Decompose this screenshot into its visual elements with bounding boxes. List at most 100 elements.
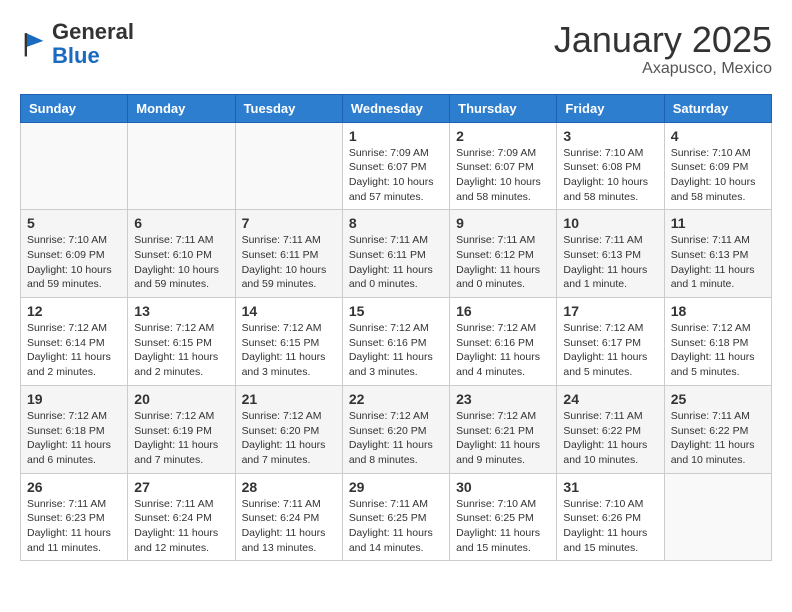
logo-general: General [52, 19, 134, 44]
weekday-header: Monday [128, 94, 235, 122]
day-number: 19 [27, 391, 121, 407]
calendar-cell: 27 Sunrise: 7:11 AM Sunset: 6:24 PM Dayli… [128, 473, 235, 561]
day-number: 1 [349, 128, 443, 144]
calendar-cell: 14 Sunrise: 7:12 AM Sunset: 6:15 PM Dayli… [235, 298, 342, 386]
day-info: Sunrise: 7:12 AM Sunset: 6:14 PM Dayligh… [27, 321, 121, 380]
calendar-cell: 23 Sunrise: 7:12 AM Sunset: 6:21 PM Dayli… [450, 385, 557, 473]
logo-icon [20, 30, 48, 58]
calendar-cell: 24Sunrise: 7:11 AM Sunset: 6:22 PM Dayli… [557, 385, 664, 473]
day-number: 12 [27, 303, 121, 319]
day-number: 6 [134, 215, 228, 231]
calendar-cell [664, 473, 771, 561]
day-number: 3 [563, 128, 657, 144]
calendar-cell: 1 Sunrise: 7:09 AM Sunset: 6:07 PM Daylig… [342, 122, 449, 210]
day-info: Sunrise: 7:11 AM Sunset: 6:22 PM Dayligh… [671, 409, 765, 468]
day-number: 23 [456, 391, 550, 407]
day-number: 4 [671, 128, 765, 144]
calendar-week-row: 12 Sunrise: 7:12 AM Sunset: 6:14 PM Dayli… [21, 298, 772, 386]
day-number: 2 [456, 128, 550, 144]
day-info: Sunrise: 7:11 AM Sunset: 6:12 PM Dayligh… [456, 233, 550, 292]
calendar-cell: 3Sunrise: 7:10 AM Sunset: 6:08 PM Daylig… [557, 122, 664, 210]
day-info: Sunrise: 7:11 AM Sunset: 6:25 PM Dayligh… [349, 497, 443, 556]
logo-text: General Blue [52, 20, 134, 68]
day-number: 21 [242, 391, 336, 407]
day-info: Sunrise: 7:11 AM Sunset: 6:23 PM Dayligh… [27, 497, 121, 556]
day-info: Sunrise: 7:11 AM Sunset: 6:24 PM Dayligh… [242, 497, 336, 556]
calendar-cell: 5Sunrise: 7:10 AM Sunset: 6:09 PM Daylig… [21, 210, 128, 298]
day-info: Sunrise: 7:12 AM Sunset: 6:20 PM Dayligh… [242, 409, 336, 468]
calendar-week-row: 5Sunrise: 7:10 AM Sunset: 6:09 PM Daylig… [21, 210, 772, 298]
day-info: Sunrise: 7:12 AM Sunset: 6:15 PM Dayligh… [134, 321, 228, 380]
day-number: 18 [671, 303, 765, 319]
day-info: Sunrise: 7:12 AM Sunset: 6:18 PM Dayligh… [27, 409, 121, 468]
day-info: Sunrise: 7:10 AM Sunset: 6:25 PM Dayligh… [456, 497, 550, 556]
day-number: 15 [349, 303, 443, 319]
day-number: 27 [134, 479, 228, 495]
page-header: General Blue January 2025 Axapusco, Mexi… [20, 20, 772, 78]
calendar-week-row: 26Sunrise: 7:11 AM Sunset: 6:23 PM Dayli… [21, 473, 772, 561]
day-number: 9 [456, 215, 550, 231]
day-info: Sunrise: 7:11 AM Sunset: 6:24 PM Dayligh… [134, 497, 228, 556]
day-info: Sunrise: 7:09 AM Sunset: 6:07 PM Dayligh… [456, 146, 550, 205]
calendar-cell: 18 Sunrise: 7:12 AM Sunset: 6:18 PM Dayli… [664, 298, 771, 386]
calendar-cell: 10Sunrise: 7:11 AM Sunset: 6:13 PM Dayli… [557, 210, 664, 298]
calendar-cell: 9 Sunrise: 7:11 AM Sunset: 6:12 PM Daylig… [450, 210, 557, 298]
logo: General Blue [20, 20, 134, 68]
day-info: Sunrise: 7:12 AM Sunset: 6:20 PM Dayligh… [349, 409, 443, 468]
calendar-cell: 29 Sunrise: 7:11 AM Sunset: 6:25 PM Dayli… [342, 473, 449, 561]
weekday-header: Friday [557, 94, 664, 122]
day-info: Sunrise: 7:12 AM Sunset: 6:16 PM Dayligh… [456, 321, 550, 380]
day-number: 5 [27, 215, 121, 231]
logo-blue: Blue [52, 43, 100, 68]
calendar-cell: 15 Sunrise: 7:12 AM Sunset: 6:16 PM Dayli… [342, 298, 449, 386]
calendar-cell: 20Sunrise: 7:12 AM Sunset: 6:19 PM Dayli… [128, 385, 235, 473]
day-number: 17 [563, 303, 657, 319]
calendar-cell: 12 Sunrise: 7:12 AM Sunset: 6:14 PM Dayli… [21, 298, 128, 386]
title-section: January 2025 Axapusco, Mexico [554, 20, 772, 78]
day-info: Sunrise: 7:09 AM Sunset: 6:07 PM Dayligh… [349, 146, 443, 205]
day-info: Sunrise: 7:12 AM Sunset: 6:16 PM Dayligh… [349, 321, 443, 380]
day-number: 25 [671, 391, 765, 407]
weekday-header: Sunday [21, 94, 128, 122]
day-info: Sunrise: 7:11 AM Sunset: 6:11 PM Dayligh… [242, 233, 336, 292]
day-info: Sunrise: 7:11 AM Sunset: 6:10 PM Dayligh… [134, 233, 228, 292]
day-info: Sunrise: 7:12 AM Sunset: 6:15 PM Dayligh… [242, 321, 336, 380]
day-info: Sunrise: 7:11 AM Sunset: 6:13 PM Dayligh… [563, 233, 657, 292]
calendar-cell: 19 Sunrise: 7:12 AM Sunset: 6:18 PM Dayli… [21, 385, 128, 473]
day-number: 16 [456, 303, 550, 319]
day-number: 13 [134, 303, 228, 319]
weekday-header: Saturday [664, 94, 771, 122]
day-number: 20 [134, 391, 228, 407]
calendar-cell: 2 Sunrise: 7:09 AM Sunset: 6:07 PM Daylig… [450, 122, 557, 210]
day-number: 29 [349, 479, 443, 495]
calendar-cell: 16 Sunrise: 7:12 AM Sunset: 6:16 PM Dayli… [450, 298, 557, 386]
calendar-cell: 30 Sunrise: 7:10 AM Sunset: 6:25 PM Dayli… [450, 473, 557, 561]
calendar-cell [21, 122, 128, 210]
day-info: Sunrise: 7:11 AM Sunset: 6:11 PM Dayligh… [349, 233, 443, 292]
calendar-cell: 25 Sunrise: 7:11 AM Sunset: 6:22 PM Dayli… [664, 385, 771, 473]
calendar-week-row: 1 Sunrise: 7:09 AM Sunset: 6:07 PM Daylig… [21, 122, 772, 210]
day-info: Sunrise: 7:10 AM Sunset: 6:26 PM Dayligh… [563, 497, 657, 556]
calendar-cell: 11Sunrise: 7:11 AM Sunset: 6:13 PM Dayli… [664, 210, 771, 298]
weekday-header: Thursday [450, 94, 557, 122]
calendar-cell: 21 Sunrise: 7:12 AM Sunset: 6:20 PM Dayli… [235, 385, 342, 473]
day-number: 14 [242, 303, 336, 319]
day-info: Sunrise: 7:12 AM Sunset: 6:18 PM Dayligh… [671, 321, 765, 380]
day-info: Sunrise: 7:10 AM Sunset: 6:09 PM Dayligh… [671, 146, 765, 205]
calendar-header-row: SundayMondayTuesdayWednesdayThursdayFrid… [21, 94, 772, 122]
day-number: 28 [242, 479, 336, 495]
calendar-cell [128, 122, 235, 210]
month-title: January 2025 [554, 20, 772, 60]
day-info: Sunrise: 7:12 AM Sunset: 6:21 PM Dayligh… [456, 409, 550, 468]
calendar-cell [235, 122, 342, 210]
day-number: 8 [349, 215, 443, 231]
day-info: Sunrise: 7:11 AM Sunset: 6:22 PM Dayligh… [563, 409, 657, 468]
calendar-cell: 17Sunrise: 7:12 AM Sunset: 6:17 PM Dayli… [557, 298, 664, 386]
weekday-header: Tuesday [235, 94, 342, 122]
calendar-cell: 6 Sunrise: 7:11 AM Sunset: 6:10 PM Daylig… [128, 210, 235, 298]
calendar-week-row: 19 Sunrise: 7:12 AM Sunset: 6:18 PM Dayli… [21, 385, 772, 473]
calendar-cell: 31Sunrise: 7:10 AM Sunset: 6:26 PM Dayli… [557, 473, 664, 561]
calendar-cell: 22Sunrise: 7:12 AM Sunset: 6:20 PM Dayli… [342, 385, 449, 473]
calendar-cell: 4 Sunrise: 7:10 AM Sunset: 6:09 PM Daylig… [664, 122, 771, 210]
day-number: 30 [456, 479, 550, 495]
